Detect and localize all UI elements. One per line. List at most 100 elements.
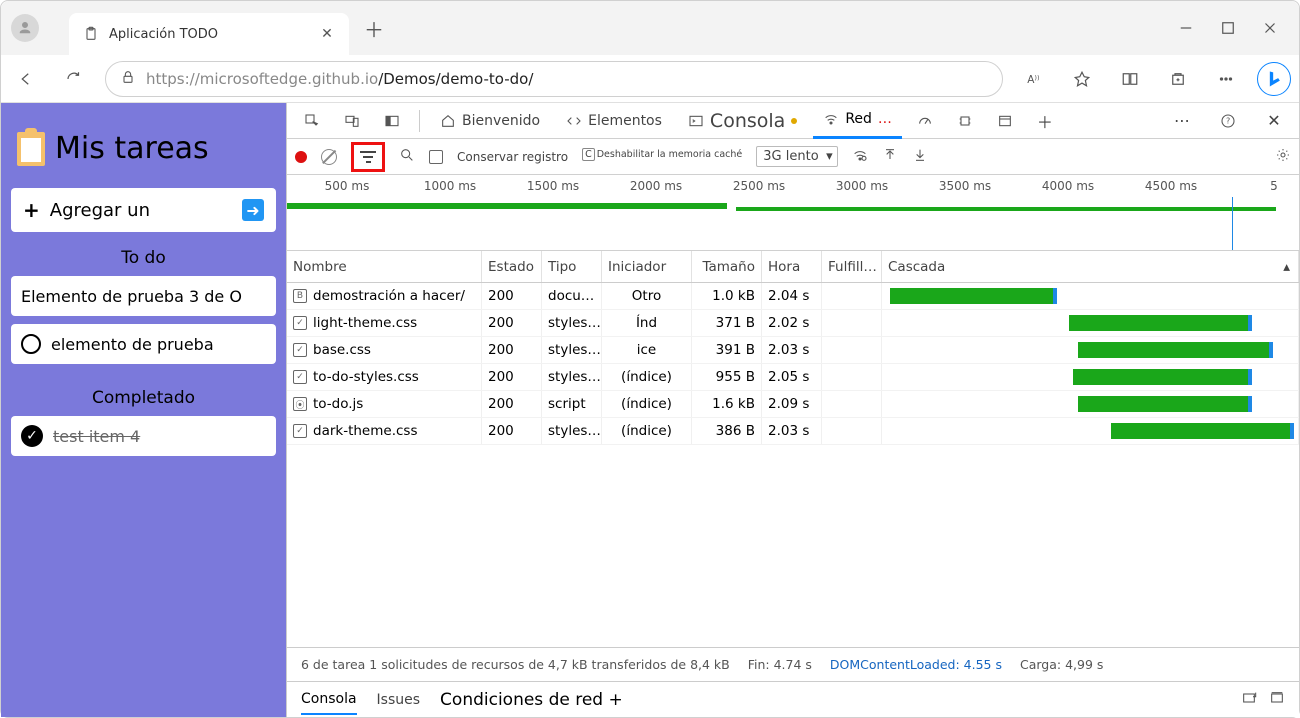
col-initiator: Iniciador xyxy=(602,251,692,282)
request-type: styles… xyxy=(542,337,602,363)
request-name: dark-theme.css xyxy=(313,423,417,439)
waterfall-bar xyxy=(882,283,1299,309)
drawer-tab-issues[interactable]: Issues xyxy=(377,686,421,714)
download-har-button[interactable] xyxy=(912,147,928,166)
request-initiator: Índ xyxy=(602,310,692,336)
file-type-icon: ✓ xyxy=(293,424,307,438)
network-conditions-button[interactable] xyxy=(852,147,868,166)
devtools-more-button[interactable]: ⋯ xyxy=(1165,104,1199,138)
tab-console[interactable]: Consola xyxy=(678,103,807,139)
todo-item[interactable]: elemento de prueba xyxy=(11,324,276,364)
checked-icon[interactable]: ✓ xyxy=(21,425,43,447)
checkbox-icon[interactable] xyxy=(21,334,41,354)
add-task-input[interactable]: + Agregar un ➜ xyxy=(11,188,276,232)
request-type: styles… xyxy=(542,418,602,444)
request-name: base.css xyxy=(313,342,371,358)
network-table-header[interactable]: Nombre Estado Tipo Iniciador Tamaño Hora… xyxy=(287,251,1299,283)
refresh-button[interactable] xyxy=(57,62,91,96)
request-type: styles… xyxy=(542,364,602,390)
network-settings-button[interactable] xyxy=(1275,147,1291,166)
request-size: 386 B xyxy=(692,418,762,444)
todo-item-done[interactable]: ✓ test item 4 xyxy=(11,416,276,456)
network-row[interactable]: ✓base.css200styles…ice391 B2.03 s xyxy=(287,337,1299,364)
application-icon[interactable] xyxy=(988,104,1022,138)
more-tabs-button[interactable]: ＋ xyxy=(1028,104,1062,138)
split-screen-button[interactable] xyxy=(1113,62,1147,96)
todo-label: test item 4 xyxy=(53,427,140,446)
record-button[interactable] xyxy=(295,151,307,163)
new-tab-button[interactable]: ＋ xyxy=(359,13,389,43)
request-size: 955 B xyxy=(692,364,762,390)
dock-button[interactable] xyxy=(375,104,409,138)
plus-icon: + xyxy=(23,198,40,222)
window-maximize[interactable] xyxy=(1219,19,1237,37)
browser-toolbar: https://microsoftedge.github.io/Demos/de… xyxy=(1,55,1299,103)
drawer-tab-console[interactable]: Consola xyxy=(301,685,357,715)
back-button[interactable] xyxy=(9,62,43,96)
search-button[interactable] xyxy=(399,147,415,166)
preserve-log-checkbox[interactable] xyxy=(429,150,443,164)
network-row[interactable]: Bdemostración a hacer/200docu…Otro1.0 kB… xyxy=(287,283,1299,310)
request-status: 200 xyxy=(482,310,542,336)
device-toolbar-button[interactable] xyxy=(335,104,369,138)
waterfall-bar xyxy=(882,391,1299,417)
request-size: 1.0 kB xyxy=(692,283,762,309)
inspect-element-button[interactable] xyxy=(295,104,329,138)
network-row[interactable]: ✓light-theme.css200styles…Índ371 B2.02 s xyxy=(287,310,1299,337)
waterfall-bar xyxy=(882,310,1299,336)
profile-avatar[interactable] xyxy=(11,14,39,42)
network-row[interactable]: ✓to-do-styles.css200styles…(índice)955 B… xyxy=(287,364,1299,391)
tab-network[interactable]: Red… xyxy=(813,103,902,139)
collections-button[interactable] xyxy=(1161,62,1195,96)
lock-icon xyxy=(120,69,136,89)
todo-item[interactable]: Elemento de prueba 3 de O xyxy=(11,276,276,316)
network-timeline[interactable]: 500 ms1000 ms1500 ms2000 ms2500 ms3000 m… xyxy=(287,175,1299,251)
favorite-button[interactable] xyxy=(1065,62,1099,96)
devtools-help-button[interactable]: ? xyxy=(1211,104,1245,138)
more-button[interactable] xyxy=(1209,62,1243,96)
request-name: light-theme.css xyxy=(313,315,417,331)
submit-task-button[interactable]: ➜ xyxy=(242,199,264,221)
request-time: 2.02 s xyxy=(762,310,822,336)
network-table: Nombre Estado Tipo Iniciador Tamaño Hora… xyxy=(287,251,1299,647)
window-minimize[interactable] xyxy=(1177,19,1195,37)
clipboard-icon xyxy=(83,26,99,42)
throttling-select[interactable]: 3G lento xyxy=(756,146,837,167)
memory-icon[interactable] xyxy=(948,104,982,138)
window-close[interactable] xyxy=(1261,19,1279,37)
tab-elements[interactable]: Elementos xyxy=(556,103,672,139)
file-type-icon: ✓ xyxy=(293,316,307,330)
read-aloud-button[interactable]: A⁾⁾ xyxy=(1017,62,1051,96)
browser-tab[interactable]: Aplicación TODO ✕ xyxy=(69,13,349,55)
request-time: 2.04 s xyxy=(762,283,822,309)
filter-button[interactable] xyxy=(351,142,385,172)
network-row[interactable]: ✓dark-theme.css200styles…(índice)386 B2.… xyxy=(287,418,1299,445)
address-bar[interactable]: https://microsoftedge.github.io/Demos/de… xyxy=(105,61,1003,97)
drawer-expand-button[interactable] xyxy=(1241,690,1257,710)
section-todo-header: To do xyxy=(11,232,276,276)
svg-text:A⁾⁾: A⁾⁾ xyxy=(1027,73,1040,85)
section-done-header: Completado xyxy=(11,372,276,416)
tab-welcome[interactable]: Bienvenido xyxy=(430,103,550,139)
waterfall-bar xyxy=(882,364,1299,390)
network-footer: 6 de tarea 1 solicitudes de recursos de … xyxy=(287,647,1299,681)
todo-label: elemento de prueba xyxy=(51,335,214,354)
devtools-panel: Bienvenido Elementos Consola Red… ＋ ⋯ ? … xyxy=(286,103,1299,717)
request-initiator: Otro xyxy=(602,283,692,309)
request-type: docu… xyxy=(542,283,602,309)
network-row[interactable]: ⦿to-do.js200script(índice)1.6 kB2.09 s xyxy=(287,391,1299,418)
col-waterfall: Cascada▴ xyxy=(882,251,1299,282)
upload-har-button[interactable] xyxy=(882,147,898,166)
devtools-drawer: Consola Issues Condiciones de red + xyxy=(287,681,1299,717)
devtools-close-button[interactable]: ✕ xyxy=(1257,104,1291,138)
tab-close-button[interactable]: ✕ xyxy=(319,26,335,42)
clear-button[interactable] xyxy=(321,149,337,165)
drawer-close-button[interactable] xyxy=(1269,690,1285,710)
bing-chat-button[interactable] xyxy=(1257,62,1291,96)
performance-icon[interactable] xyxy=(908,104,942,138)
preserve-log-label: Conservar registro xyxy=(457,150,568,164)
drawer-tab-conditions[interactable]: Condiciones de red + xyxy=(440,690,623,710)
col-status: Estado xyxy=(482,251,542,282)
waterfall-bar xyxy=(882,337,1299,363)
waterfall-bar xyxy=(882,418,1299,444)
